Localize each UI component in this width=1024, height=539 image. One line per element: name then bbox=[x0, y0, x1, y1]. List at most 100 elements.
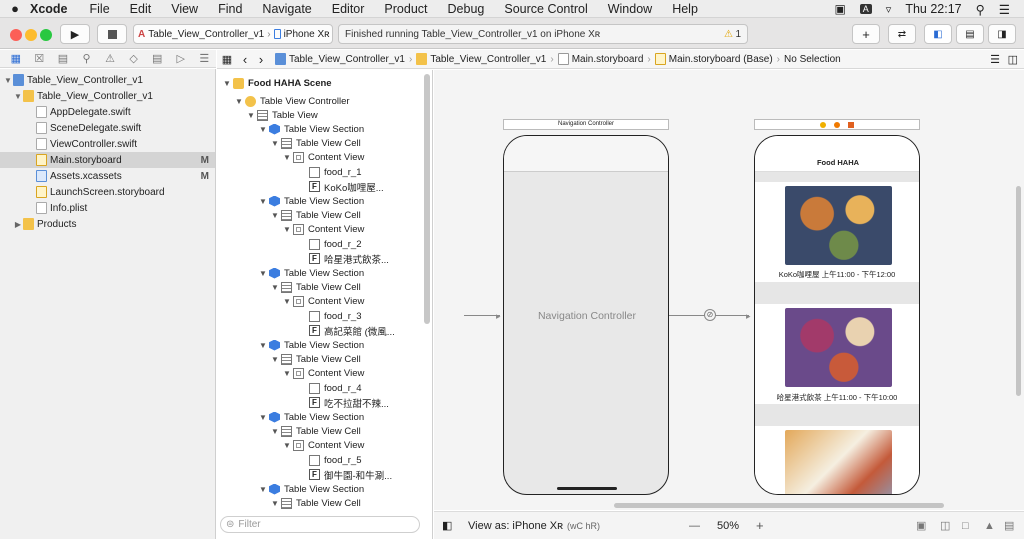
align-icon[interactable]: ◫ bbox=[940, 519, 950, 532]
outline-content-view[interactable]: ▼ Content View bbox=[281, 295, 364, 309]
menu-find[interactable]: Find bbox=[218, 2, 242, 16]
navigator-item-appdelegate[interactable]: AppDelegate.swift bbox=[0, 104, 215, 120]
debug-icon[interactable]: ▤ bbox=[145, 52, 169, 65]
outline-label-view[interactable]: F 御牛園-和牛涮... bbox=[297, 468, 392, 482]
disclosure-open-icon[interactable]: ▼ bbox=[281, 153, 293, 162]
disclosure-open-icon[interactable]: ▼ bbox=[269, 427, 281, 436]
disclosure-open-icon[interactable]: ▼ bbox=[257, 269, 269, 278]
table-scene-header[interactable] bbox=[754, 119, 920, 130]
disclosure-open-icon[interactable]: ▼ bbox=[269, 211, 281, 220]
menu-help[interactable]: Help bbox=[672, 2, 698, 16]
navigator-item-assets[interactable]: Assets.xcassets M bbox=[0, 168, 215, 184]
disclosure-open-icon[interactable]: ▼ bbox=[281, 225, 293, 234]
disclosure-open-icon[interactable]: ▼ bbox=[257, 485, 269, 494]
disclosure-open-icon[interactable]: ▼ bbox=[13, 92, 23, 101]
test-icon[interactable]: ◇ bbox=[122, 52, 146, 65]
menu-app[interactable]: Xcode bbox=[30, 2, 68, 16]
zoom-level[interactable]: 50% bbox=[717, 520, 739, 532]
navigator-item-main-storyboard[interactable]: Main.storyboard M bbox=[0, 152, 215, 168]
group-products[interactable]: ▶ Products bbox=[0, 216, 215, 232]
add-editor-icon[interactable]: ◫ bbox=[1008, 53, 1018, 66]
nav-scene-header[interactable]: Navigation Controller bbox=[503, 119, 669, 130]
outline-image-view[interactable]: food_r_1 bbox=[297, 165, 362, 179]
outline-cell[interactable]: ▼ Table View Cell bbox=[269, 208, 361, 222]
outline-cell[interactable]: ▼ Table View Cell bbox=[269, 352, 361, 366]
library-button[interactable]: + bbox=[852, 24, 880, 44]
first-responder-dot-icon[interactable] bbox=[834, 122, 840, 128]
stop-button[interactable] bbox=[97, 24, 127, 44]
outline-cell[interactable]: ▼ Table View Cell bbox=[269, 424, 361, 438]
outline-label-view[interactable]: F 吃不拉甜不辣... bbox=[297, 396, 389, 410]
apple-icon[interactable]: ● bbox=[0, 1, 30, 16]
minimap-icon[interactable]: ☰ bbox=[990, 53, 1000, 66]
table-view-phone[interactable]: Food HAHA KoKo咖哩屋 上午11:00 - 下午12:00 哈星港式… bbox=[754, 135, 920, 495]
disclosure-open-icon[interactable]: ▼ bbox=[233, 97, 245, 106]
menu-debug[interactable]: Debug bbox=[448, 2, 485, 16]
disclosure-open-icon[interactable]: ▼ bbox=[281, 297, 293, 306]
minimize-window-button[interactable] bbox=[25, 29, 37, 41]
exit-icon[interactable] bbox=[847, 122, 854, 128]
control-center-icon[interactable]: ☰ bbox=[999, 2, 1010, 17]
breadcrumb-base[interactable]: Main.storyboard (Base) bbox=[669, 54, 773, 65]
navigator-item-launchscreen[interactable]: LaunchScreen.storyboard bbox=[0, 184, 215, 200]
disclosure-open-icon[interactable]: ▼ bbox=[269, 283, 281, 292]
menu-product[interactable]: Product bbox=[384, 2, 427, 16]
nav-controller-phone[interactable]: Navigation Controller bbox=[503, 135, 669, 495]
breakpoint-icon[interactable]: ▷ bbox=[169, 52, 193, 65]
wifi-icon[interactable]: ▿ bbox=[886, 3, 892, 16]
run-button[interactable]: ▶ bbox=[60, 24, 90, 44]
outline-content-view[interactable]: ▼ Content View bbox=[281, 367, 364, 381]
navigator-item-infoplist[interactable]: Info.plist bbox=[0, 200, 215, 216]
outline-image-view[interactable]: food_r_4 bbox=[297, 381, 362, 395]
zoom-window-button[interactable] bbox=[40, 29, 52, 41]
navigator-item-viewcontroller[interactable]: ViewController.swift bbox=[0, 136, 215, 152]
segue-icon[interactable]: ⊘ bbox=[704, 309, 716, 321]
entry-point-arrow[interactable] bbox=[464, 315, 500, 316]
outline-section[interactable]: ▼ Table View Section bbox=[257, 482, 364, 496]
display-icon[interactable]: ▣ bbox=[834, 2, 845, 16]
project-root[interactable]: ▼ Table_View_Controller_v1 bbox=[0, 72, 215, 88]
outline-filter-field[interactable]: ⊜ Filter bbox=[220, 516, 420, 533]
disclosure-open-icon[interactable]: ▼ bbox=[257, 341, 269, 350]
code-review-button[interactable]: ⇄ bbox=[888, 24, 916, 44]
outline-section[interactable]: ▼ Table View Section bbox=[257, 410, 364, 424]
zoom-out-button[interactable]: — bbox=[689, 520, 700, 532]
outline-cell[interactable]: ▼ Table View Cell bbox=[269, 136, 361, 150]
navigator-item-scenedelegate[interactable]: SceneDelegate.swift bbox=[0, 120, 215, 136]
menu-source-control[interactable]: Source Control bbox=[504, 2, 587, 16]
outline-section[interactable]: ▼ Table View Section bbox=[257, 266, 364, 280]
toggle-navigator-button[interactable]: ◧ bbox=[924, 24, 952, 44]
disclosure-open-icon[interactable]: ▼ bbox=[269, 499, 281, 508]
resolve-issues-icon[interactable]: ▲ bbox=[984, 520, 995, 532]
disclosure-open-icon[interactable]: ▼ bbox=[269, 139, 281, 148]
toggle-outline-icon[interactable]: ◧ bbox=[442, 519, 462, 532]
group-folder[interactable]: ▼ Table_View_Controller_v1 bbox=[0, 88, 215, 104]
update-frames-icon[interactable]: ▣ bbox=[916, 519, 926, 532]
view-as-label[interactable]: View as: iPhone Xʀ bbox=[468, 520, 563, 532]
outline-content-view[interactable]: ▼ Content View bbox=[281, 223, 364, 237]
input-source-badge[interactable]: A bbox=[859, 4, 872, 14]
disclosure-open-icon[interactable]: ▼ bbox=[269, 355, 281, 364]
toggle-inspector-button[interactable]: ◨ bbox=[988, 24, 1016, 44]
spotlight-icon[interactable]: ⚲ bbox=[976, 2, 985, 17]
breadcrumb-project[interactable]: Table_View_Controller_v1 bbox=[289, 54, 405, 65]
clock[interactable]: Thu 22:17 bbox=[905, 2, 961, 16]
outline-section[interactable]: ▼ Table View Section bbox=[257, 122, 364, 136]
issue-icon[interactable]: ⚠ bbox=[98, 52, 122, 65]
back-icon[interactable]: ‹ bbox=[237, 52, 253, 67]
outline-label-view[interactable]: F KoKo咖哩屋... bbox=[297, 180, 384, 194]
menu-window[interactable]: Window bbox=[608, 2, 652, 16]
outline-image-view[interactable]: food_r_5 bbox=[297, 453, 362, 467]
outline-scrollbar[interactable] bbox=[424, 74, 430, 324]
disclosure-open-icon[interactable]: ▼ bbox=[257, 125, 269, 134]
disclosure-open-icon[interactable]: ▼ bbox=[257, 197, 269, 206]
outline-content-view[interactable]: ▼ Content View bbox=[281, 151, 364, 165]
breadcrumb-group[interactable]: Table_View_Controller_v1 bbox=[430, 54, 546, 65]
search-icon[interactable]: ⚲ bbox=[75, 52, 99, 65]
menu-navigate[interactable]: Navigate bbox=[262, 2, 311, 16]
source-control-icon[interactable]: ☒ bbox=[28, 52, 52, 65]
disclosure-open-icon[interactable]: ▼ bbox=[281, 441, 293, 450]
close-window-button[interactable] bbox=[10, 29, 22, 41]
outline-tableview[interactable]: ▼ Table View bbox=[245, 108, 318, 122]
menu-file[interactable]: File bbox=[90, 2, 110, 16]
